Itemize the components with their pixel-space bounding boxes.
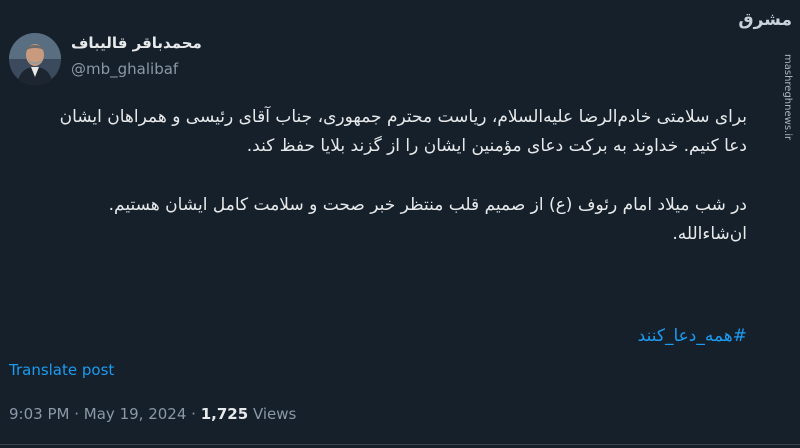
tweet-paragraph-1: برای سلامتی خادم‌الرضا علیه‌السلام، ریاس… [59,107,747,156]
divider [0,444,800,445]
watermark-logo: مشرق [738,10,792,30]
translate-post-link[interactable]: Translate post [9,361,114,379]
meta-separator: · [74,405,80,423]
views-label: Views [252,405,297,423]
tweet-meta: 9:03 PM · May 19, 2024 · 1,725 Views [9,405,296,423]
hashtag-link[interactable]: #همه_دعا_کنند [638,326,747,346]
tweet-paragraph-2: در شب میلاد امام رئوف (ع) از صمیم قلب من… [108,195,747,244]
post-date[interactable]: May 19, 2024 [84,405,187,423]
avatar-image [9,33,61,85]
avatar[interactable] [9,33,61,85]
display-name[interactable]: محمدباقر قالیباف [71,34,202,52]
handle[interactable]: @mb_ghalibaf [71,60,178,78]
views-count: 1,725 [200,405,249,423]
meta-separator: · [191,405,196,423]
watermark: مشرق mashreghnews.ir [738,0,800,140]
watermark-url: mashreghnews.ir [782,54,793,141]
post-time[interactable]: 9:03 PM [9,405,69,423]
tweet-text: برای سلامتی خادم‌الرضا علیه‌السلام، ریاس… [40,103,747,249]
